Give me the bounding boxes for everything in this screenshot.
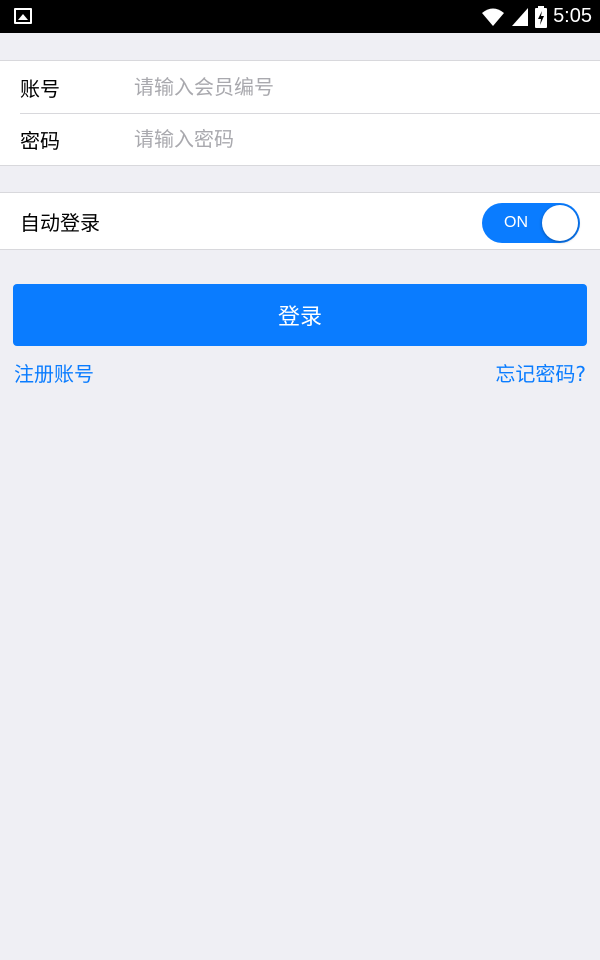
- status-icons: 5:05: [481, 0, 592, 33]
- account-label: 账号: [20, 76, 60, 101]
- battery-charging-icon: [535, 5, 548, 28]
- top-spacer: [0, 33, 600, 61]
- status-time: 5:05: [553, 5, 592, 27]
- auto-login-group: 自动登录 ON: [0, 192, 600, 250]
- auto-login-label: 自动登录: [20, 210, 100, 235]
- login-form-group: 账号 密码: [0, 60, 600, 166]
- password-input[interactable]: [124, 119, 590, 159]
- toggle-knob: [542, 205, 578, 241]
- auto-login-row: 自动登录 ON: [0, 193, 600, 249]
- password-row: 密码: [0, 113, 600, 165]
- status-bar: 5:05: [0, 0, 600, 33]
- password-label: 密码: [20, 128, 60, 153]
- register-link[interactable]: 注册账号: [14, 358, 94, 387]
- login-button[interactable]: 登录: [13, 284, 587, 346]
- auto-login-toggle[interactable]: ON: [482, 203, 580, 243]
- image-icon: [14, 8, 32, 24]
- wifi-icon: [482, 8, 505, 26]
- cell-signal-icon: [512, 7, 529, 26]
- toggle-state-label: ON: [504, 214, 528, 231]
- forgot-password-link[interactable]: 忘记密码?: [495, 358, 586, 387]
- account-input[interactable]: [124, 67, 590, 107]
- account-row: 账号: [0, 61, 600, 113]
